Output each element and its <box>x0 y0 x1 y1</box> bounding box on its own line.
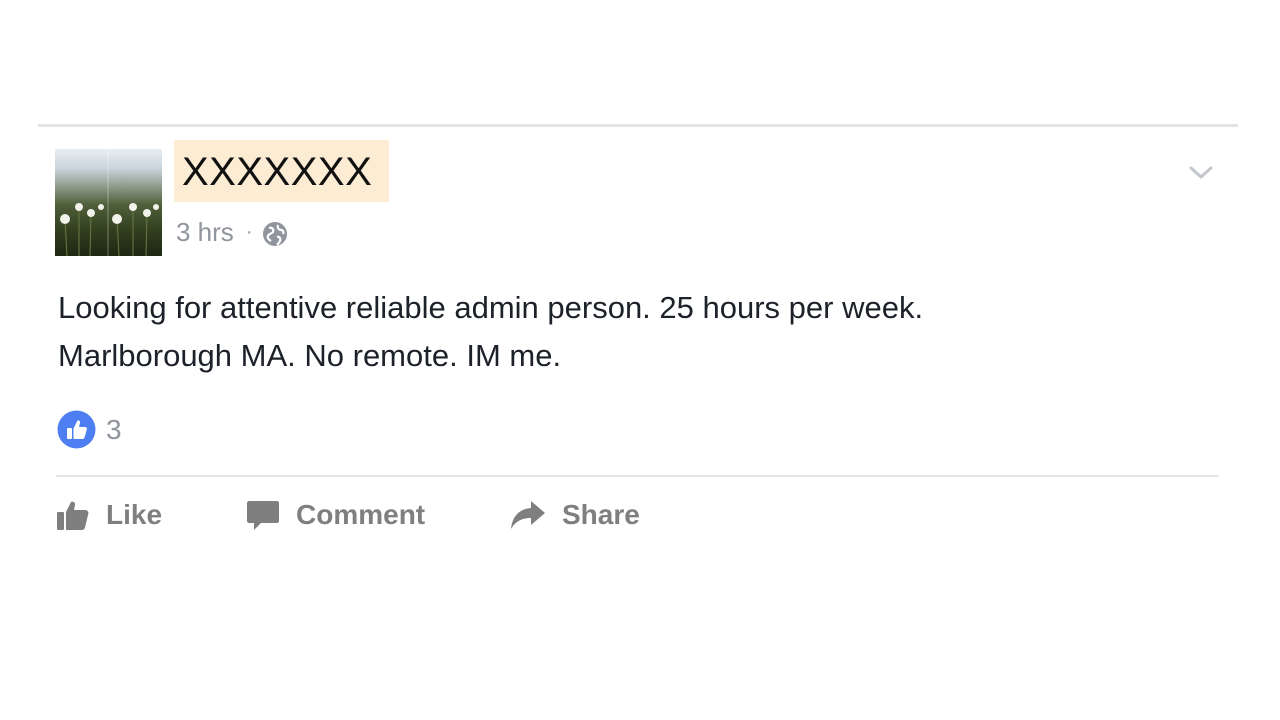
like-button[interactable]: Like <box>56 494 162 536</box>
actions-divider <box>56 475 1219 477</box>
thumbs-up-icon[interactable] <box>57 410 96 449</box>
post-timestamp[interactable]: 3 hrs <box>176 217 234 248</box>
like-label: Like <box>106 499 163 530</box>
post-meta: 3 hrs · <box>176 216 288 248</box>
reaction-count[interactable]: 3 <box>106 414 122 446</box>
author-name[interactable]: XXXXXXX <box>182 150 372 194</box>
share-label: Share <box>562 499 640 530</box>
comment-icon <box>247 501 279 530</box>
post-text-line-1: Looking for attentive reliable admin per… <box>58 290 924 325</box>
chevron-down-icon[interactable] <box>1187 160 1215 184</box>
dandelion-photo <box>60 149 159 256</box>
meta-separator: · <box>245 220 253 243</box>
post-text-line-2: Marlborough MA. No remote. IM me. <box>58 338 562 373</box>
thumbs-up-icon <box>57 501 89 530</box>
share-arrow-icon <box>511 501 545 529</box>
globe-icon[interactable] <box>262 221 288 247</box>
comment-button[interactable]: Comment <box>246 494 425 536</box>
share-button[interactable]: Share <box>510 494 640 536</box>
comment-label: Comment <box>296 499 426 530</box>
feed-post: XXXXXXX 3 hrs · Looking for attentive re… <box>0 0 1280 720</box>
avatar[interactable] <box>55 149 162 256</box>
post-text: Looking for attentive reliable admin per… <box>58 284 1208 380</box>
